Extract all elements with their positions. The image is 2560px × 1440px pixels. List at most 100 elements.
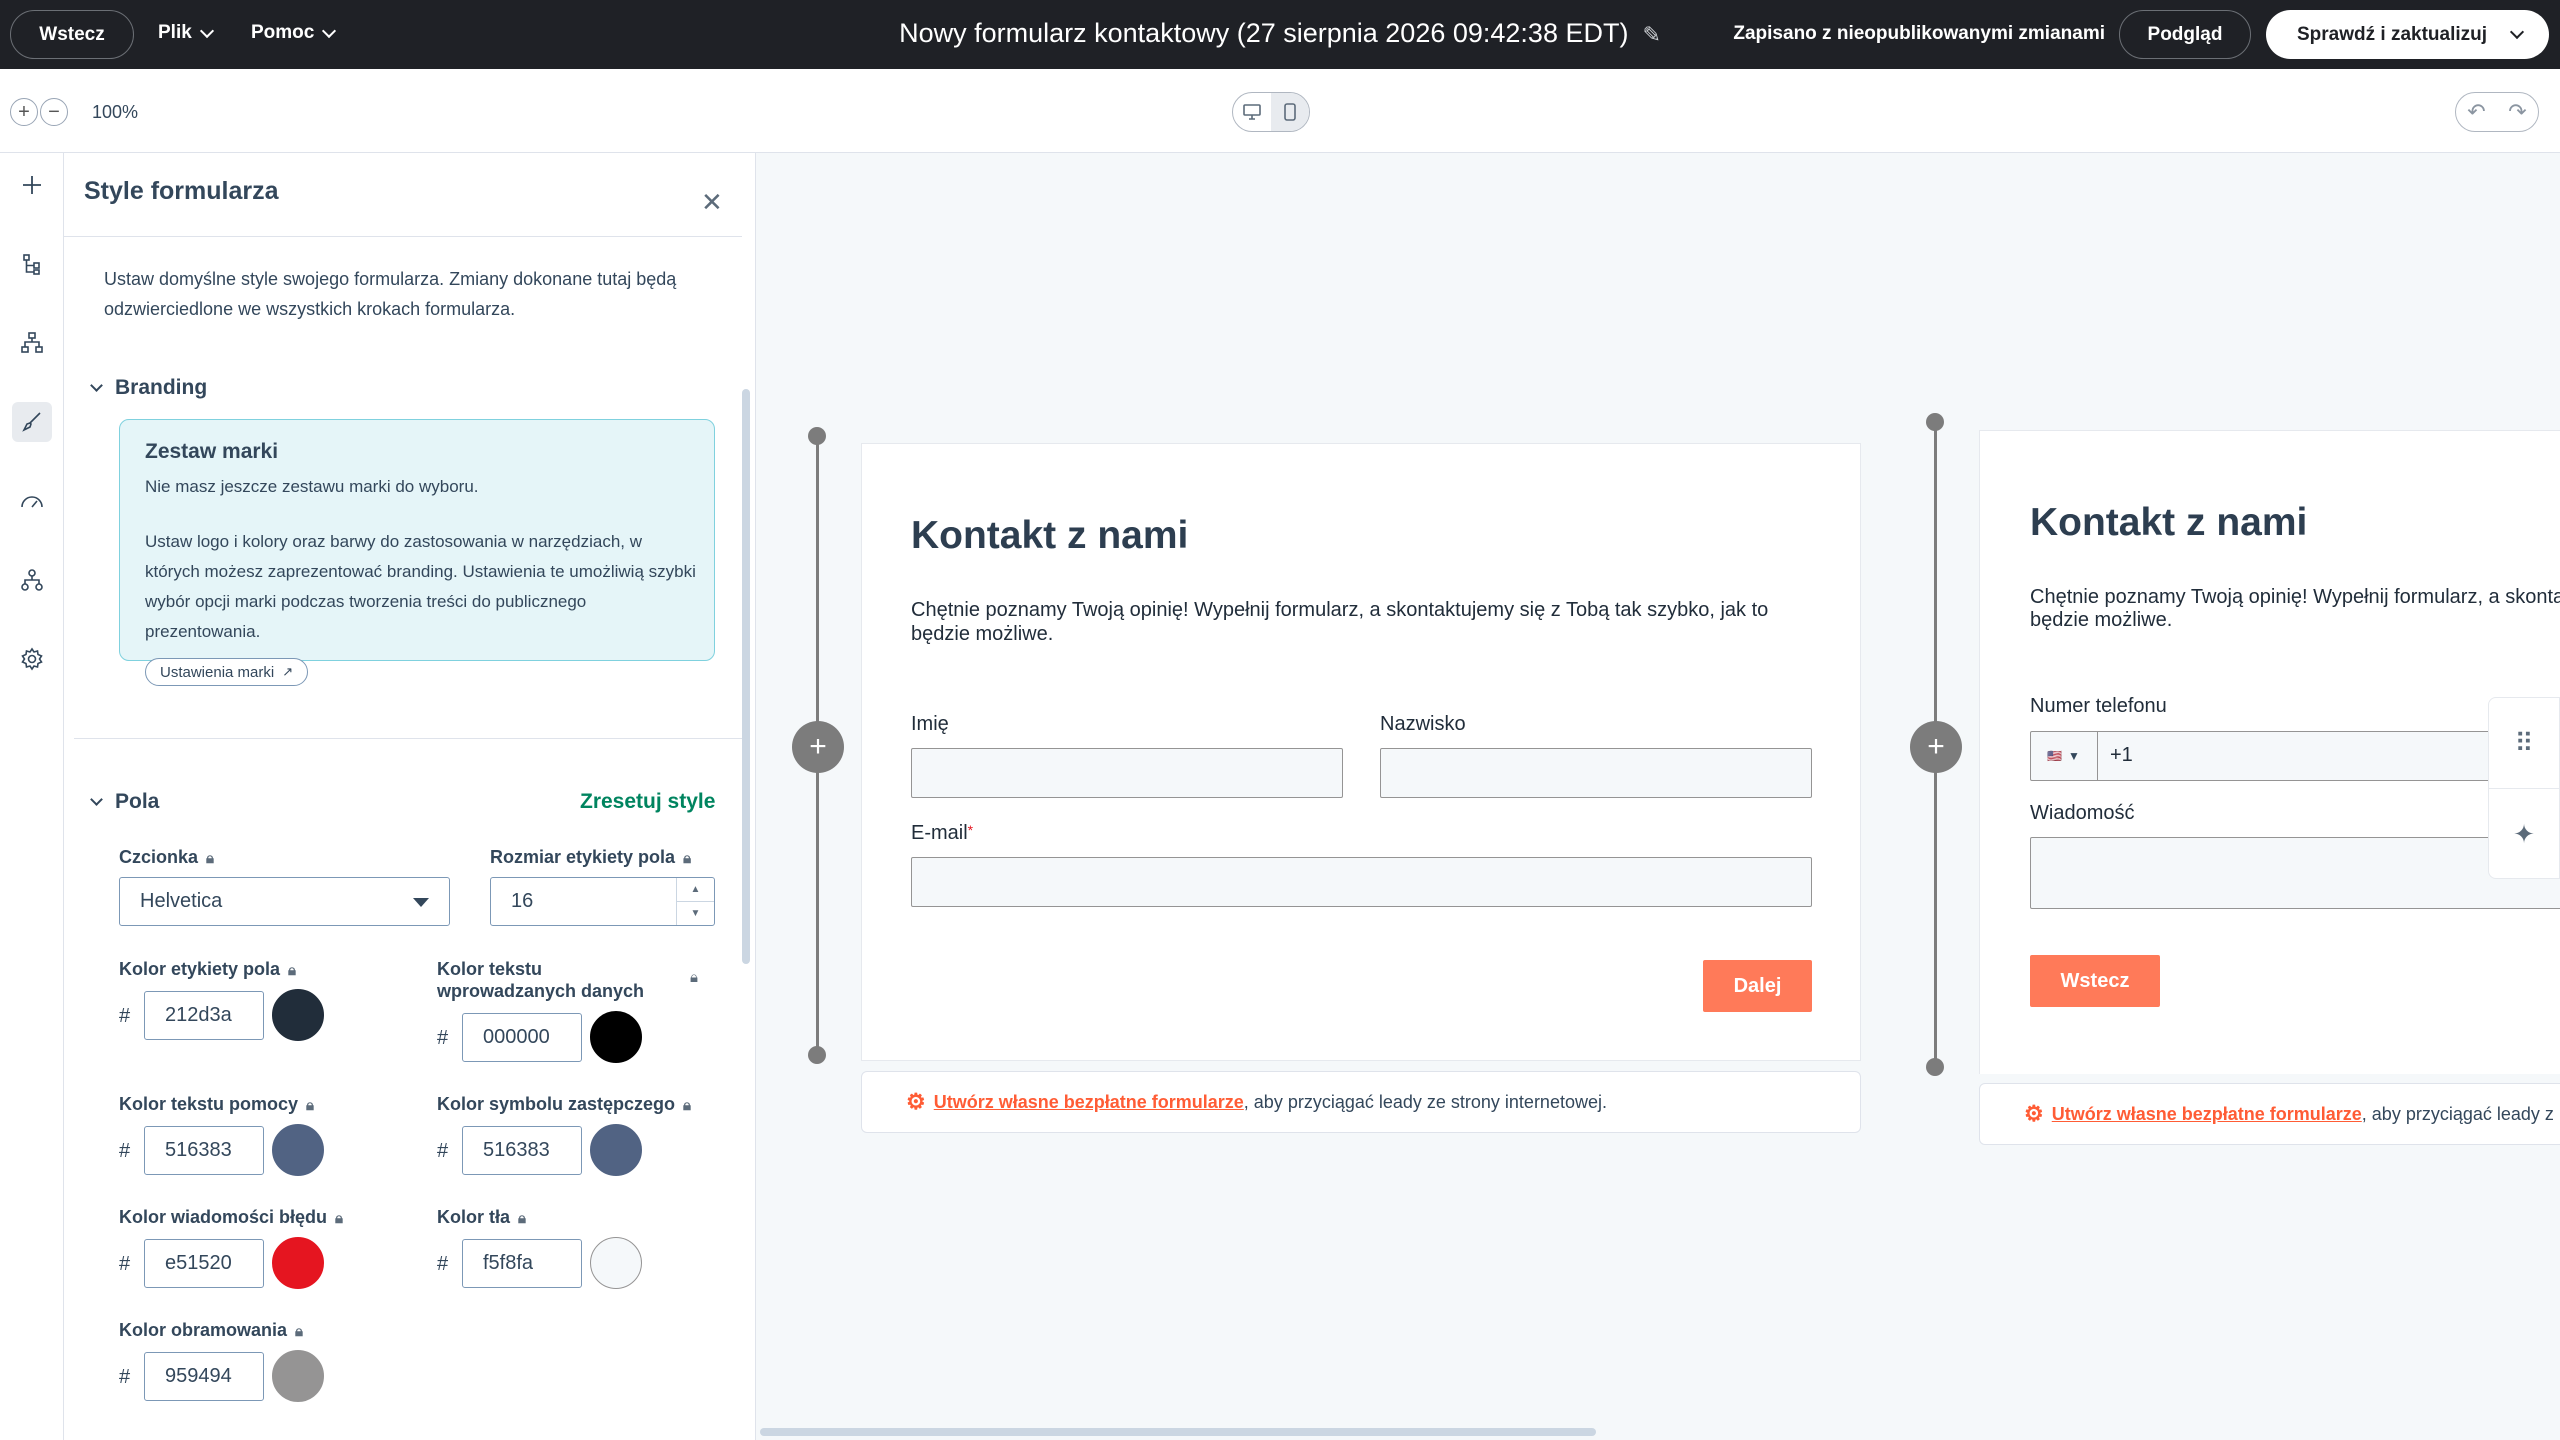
first-name-label: Imię <box>911 713 949 735</box>
pencil-icon[interactable]: ✎ <box>1642 22 1660 48</box>
create-forms-link[interactable]: Utwórz własne bezpłatne formularze <box>934 1092 1244 1113</box>
input-text-color-label-line2: wprowadzanych danych <box>437 981 645 1001</box>
publish-button[interactable]: Sprawdź i zaktualizuj <box>2266 10 2549 59</box>
hash-symbol: # <box>437 1253 449 1275</box>
last-name-field[interactable] <box>1380 748 1812 798</box>
label-color-input[interactable]: 212d3a <box>144 991 264 1040</box>
hash-symbol: # <box>119 1366 131 1388</box>
font-select[interactable]: Helvetica <box>119 877 450 926</box>
top-bar: Wstecz Plik Pomoc Nowy formularz kontakt… <box>0 0 2560 69</box>
form-title-text: Nowy formularz kontaktowy (27 sierpnia 2… <box>899 18 1629 48</box>
step-connector-dot <box>1926 413 1944 431</box>
brand-kit-empty-text: Nie masz jeszcze zestawu marki do wyboru… <box>145 477 479 496</box>
label-size-input[interactable]: 16 ▲ ▼ <box>490 877 715 926</box>
branding-section-toggle[interactable]: Branding <box>90 376 207 400</box>
create-forms-link[interactable]: Utwórz własne bezpłatne formularze <box>2052 1104 2362 1125</box>
placeholder-color-input[interactable]: 516383 <box>462 1126 582 1175</box>
lock-icon: 🔒︎ <box>288 962 297 979</box>
tree-icon[interactable] <box>12 244 52 284</box>
lock-icon: 🔒︎ <box>683 1097 692 1114</box>
drag-handle-icon[interactable]: ⠿ <box>2489 698 2559 789</box>
background-color-input[interactable]: f5f8fa <box>462 1239 582 1288</box>
background-color-swatch[interactable] <box>590 1237 642 1289</box>
input-text-color-swatch[interactable] <box>590 1011 642 1063</box>
message-field[interactable] <box>2030 837 2560 909</box>
phone-label: Numer telefonu <box>2030 695 2167 717</box>
country-selector[interactable]: 🇺🇸 ▼ <box>2030 732 2098 780</box>
org-chart-icon[interactable] <box>12 560 52 600</box>
mobile-icon <box>1284 103 1296 121</box>
back-step-button[interactable]: Wstecz <box>2030 955 2160 1007</box>
panel-scrollbar[interactable] <box>742 389 750 964</box>
zoom-in-button[interactable]: + <box>10 98 38 126</box>
brush-icon[interactable] <box>12 402 52 442</box>
chevron-down-icon[interactable] <box>2509 24 2525 40</box>
redo-icon[interactable]: ↷ <box>2497 93 2538 131</box>
label-color-label-text: Kolor etykiety pola <box>119 959 281 979</box>
error-color-input[interactable]: e51520 <box>144 1239 264 1288</box>
form-heading: Kontakt z nami <box>911 514 1189 557</box>
caret-down-icon <box>413 898 429 907</box>
undo-redo-group: ↶ ↷ <box>2455 92 2539 132</box>
hash-symbol: # <box>437 1027 449 1049</box>
brand-settings-link[interactable]: Ustawienia marki ↗ <box>145 658 309 686</box>
caret-down-icon: ▼ <box>2068 749 2080 763</box>
first-name-field[interactable] <box>911 748 1343 798</box>
error-color-swatch[interactable] <box>272 1237 324 1289</box>
preview-button[interactable]: Podgląd <box>2119 10 2251 59</box>
lock-icon: 🔒︎ <box>690 969 698 986</box>
reset-styles-link[interactable]: Zresetuj style <box>580 790 715 814</box>
label-color-swatch[interactable] <box>272 989 324 1041</box>
form-description: Chętnie poznamy Twoją opinię! Wypełnij f… <box>911 599 1769 645</box>
label-size-label-text: Rozmiar etykiety pola <box>490 847 676 867</box>
input-text-color-input[interactable]: 000000 <box>462 1013 582 1062</box>
panel-description: Ustaw domyślne style swojego formularza.… <box>104 269 677 319</box>
add-icon[interactable] <box>12 165 52 205</box>
hubspot-logo-icon: ⚙ <box>906 1089 926 1114</box>
decrement-icon[interactable]: ▼ <box>677 902 714 925</box>
help-text-color-input[interactable]: 516383 <box>144 1126 264 1175</box>
increment-icon[interactable]: ▲ <box>677 878 714 902</box>
hash-symbol: # <box>437 1140 449 1162</box>
lock-icon: 🔒︎ <box>518 1210 526 1227</box>
mobile-view-button[interactable] <box>1271 93 1309 131</box>
font-label-text: Czcionka <box>119 847 199 867</box>
label-size-value: 16 <box>511 890 534 912</box>
gear-icon[interactable] <box>12 639 52 679</box>
brand-kit-description: Ustaw logo i kolory oraz barwy do zastos… <box>145 532 696 641</box>
next-button[interactable]: Dalej <box>1703 960 1812 1012</box>
close-icon[interactable]: ✕ <box>701 189 723 215</box>
email-label: E-mail* <box>911 822 973 845</box>
desktop-view-button[interactable] <box>1233 93 1271 131</box>
canvas-horizontal-scrollbar[interactable] <box>760 1428 1596 1436</box>
add-step-button[interactable]: + <box>1910 721 1962 773</box>
brand-kit-title: Zestaw marki <box>145 440 279 463</box>
input-text-color-label-line1: Kolor tekstu <box>437 959 543 979</box>
hash-symbol: # <box>119 1005 131 1027</box>
hierarchy-icon[interactable] <box>12 323 52 363</box>
hubspot-logo-icon: ⚙ <box>2024 1101 2044 1126</box>
placeholder-color-swatch[interactable] <box>590 1124 642 1176</box>
background-color-label: Kolor tła 🔒︎ <box>437 1206 526 1230</box>
undo-icon[interactable]: ↶ <box>2456 93 2497 131</box>
lock-icon: 🔒︎ <box>306 1097 315 1114</box>
desktop-icon <box>1243 104 1261 120</box>
sparkle-icon[interactable]: ✦ <box>2489 789 2559 880</box>
chevron-down-icon <box>90 793 103 806</box>
border-color-input[interactable]: 959494 <box>144 1352 264 1401</box>
floating-tools: ⠿ ✦ <box>2488 697 2560 879</box>
device-toggle <box>1232 92 1310 132</box>
error-color-label: Kolor wiadomości błędu 🔒︎ <box>119 1206 343 1230</box>
add-step-button[interactable]: + <box>792 721 844 773</box>
external-link-icon: ↗ <box>282 664 294 679</box>
gauge-icon[interactable] <box>12 481 52 521</box>
form-editor-app: { "topbar": { "back_label": "Wstecz", "f… <box>0 0 2560 1440</box>
email-label-text: E-mail <box>911 822 968 844</box>
zoom-out-button[interactable]: − <box>40 98 68 126</box>
panel-divider <box>64 236 742 237</box>
border-color-swatch[interactable] <box>272 1350 324 1402</box>
help-text-color-swatch[interactable] <box>272 1124 324 1176</box>
fields-section-toggle[interactable]: Pola <box>90 790 159 814</box>
form-step-card[interactable]: Kontakt z nami Chętnie poznamy Twoją opi… <box>1979 430 2560 1075</box>
email-field[interactable] <box>911 857 1812 907</box>
